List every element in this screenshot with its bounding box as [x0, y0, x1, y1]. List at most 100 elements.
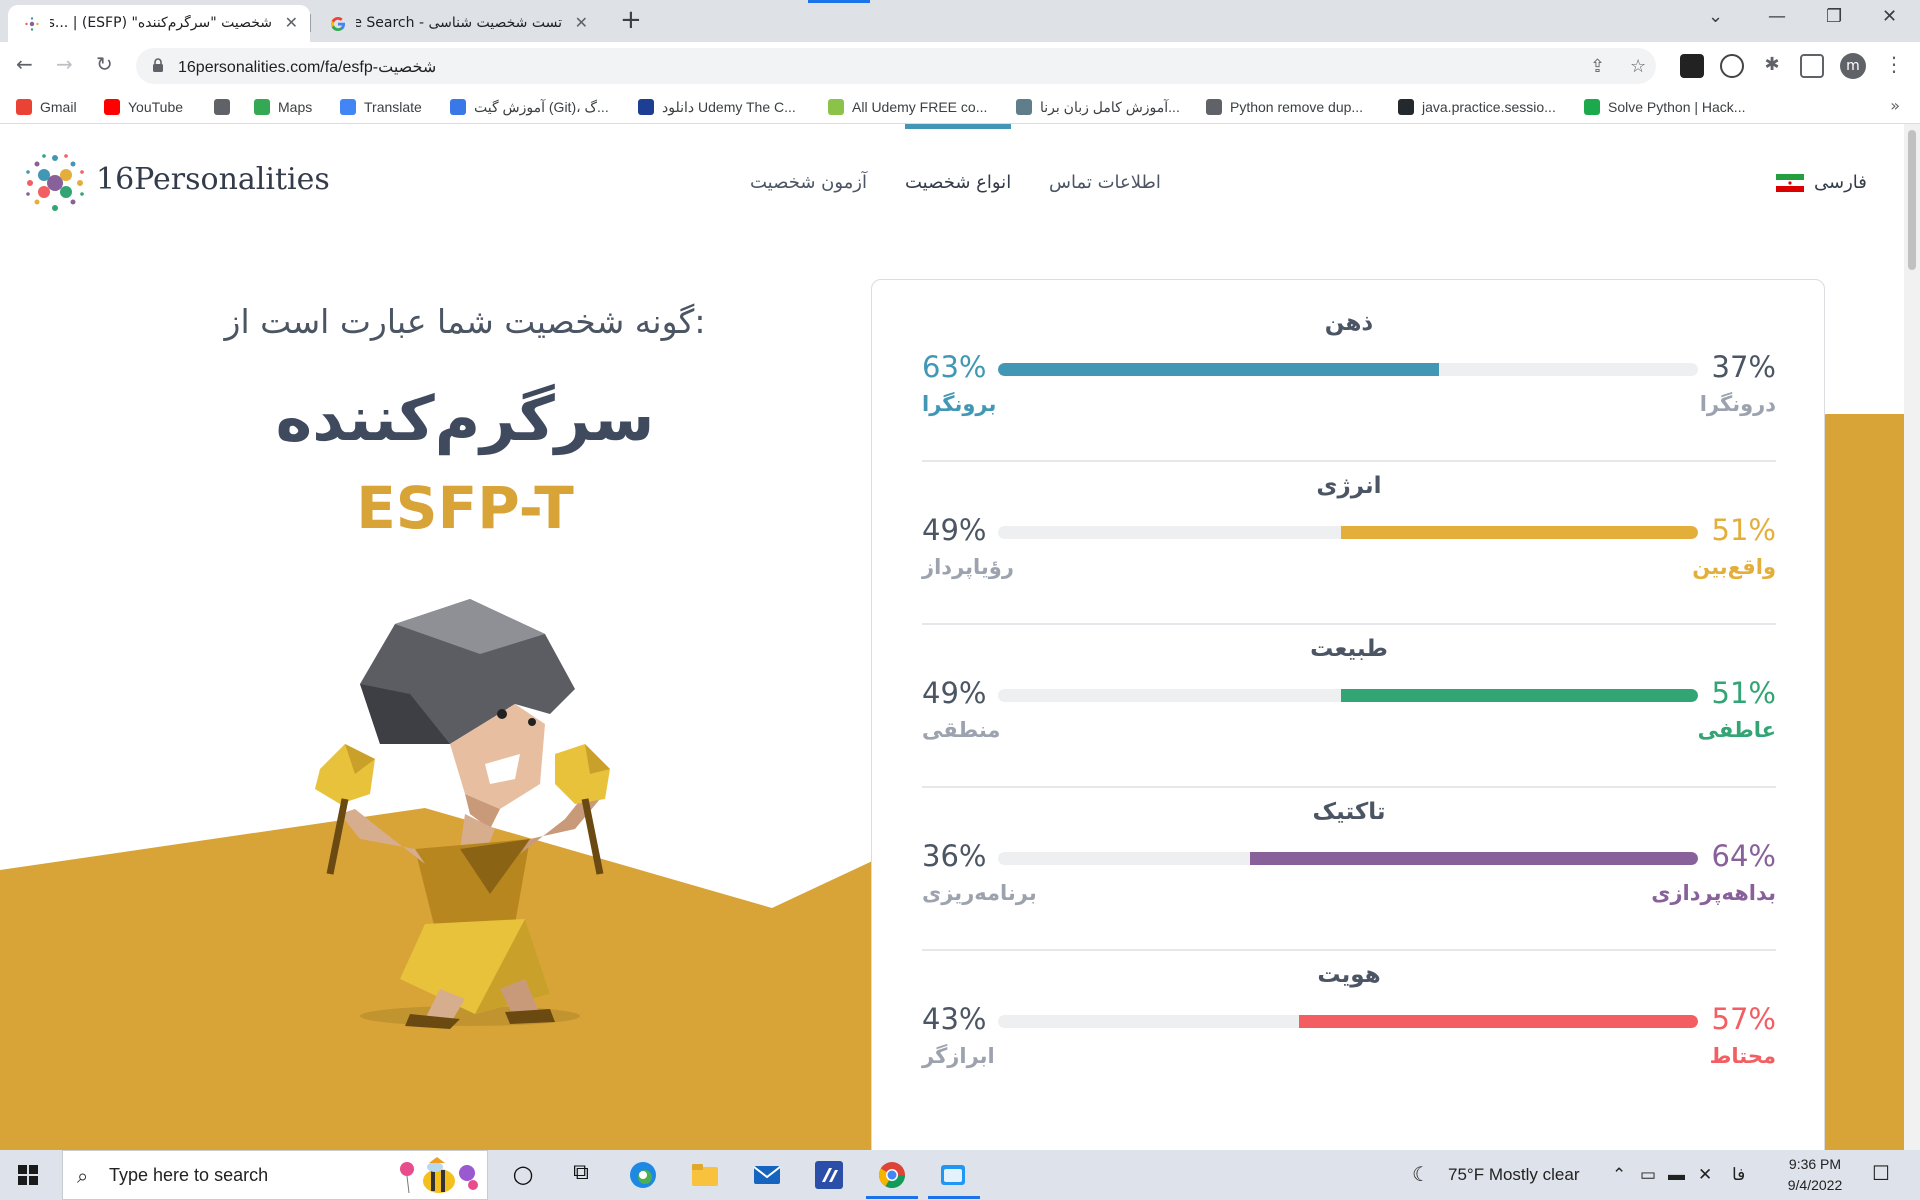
nav-personality-types[interactable]: انواع شخصیت	[905, 172, 1011, 193]
trait-left-label: ابرازگر	[922, 1044, 995, 1068]
more-bookmarks-icon[interactable]: »	[1890, 96, 1900, 115]
trait-bar-fill	[998, 363, 1439, 376]
bookmark-item[interactable]: java.practice.sessio...	[1398, 96, 1556, 118]
trait-left-label: رؤیاپرداز	[922, 555, 1014, 579]
windows-start-icon[interactable]	[18, 1165, 38, 1185]
restore-icon[interactable]: ❐	[1826, 6, 1842, 27]
new-tab-button[interactable]: +	[620, 7, 642, 33]
scrollbar-thumb[interactable]	[1908, 130, 1916, 270]
globe-icon	[1206, 99, 1222, 115]
bookmark-label: آموزش گیت (Git)، گ...	[474, 98, 609, 115]
show-hidden-icons-chevron-icon[interactable]: ⌃	[1612, 1165, 1626, 1185]
clock-date: 9/4/2022	[1787, 1177, 1843, 1193]
app-window-icon[interactable]	[938, 1160, 968, 1190]
site-header: 16Personalities آزمون شخصیت انواع شخصیت …	[0, 124, 1904, 234]
language-selector[interactable]: فارسی	[1776, 172, 1867, 193]
bookmark-item[interactable]: Translate	[340, 96, 422, 118]
bookmark-star-icon[interactable]: ☆	[1630, 56, 1646, 77]
minimize-icon[interactable]: —	[1768, 6, 1786, 27]
bookmark-item[interactable]: آموزش کامل زبان برنا...	[1016, 96, 1180, 118]
iran-flag-icon	[1776, 173, 1804, 192]
mail-icon[interactable]	[752, 1160, 782, 1190]
meet-now-icon[interactable]: ▭	[1640, 1165, 1656, 1185]
forward-arrow-icon[interactable]: →	[56, 52, 73, 76]
bookmark-item[interactable]: Gmail	[16, 96, 77, 118]
chrome-browser-icon[interactable]	[877, 1160, 907, 1190]
edge-browser-icon[interactable]	[628, 1160, 658, 1190]
menu-dots-icon[interactable]: ⋮	[1884, 52, 1904, 76]
bookmark-label: Python remove dup...	[1230, 99, 1364, 115]
trait-row: انرژی 49% 51% رؤیاپرداز واقع‌بین	[922, 463, 1776, 625]
browser-tab-strip: شخصیت "سرگرم‌کننده" (ESFP) | ...ies ✕ تس…	[0, 0, 1920, 42]
battery-icon[interactable]: ▬	[1668, 1165, 1685, 1185]
trait-bar-fill	[1299, 1015, 1698, 1028]
trait-results-card: ذهن 63% 37% برونگرا درونگرا انرژی 49% 51% رؤیاپر…	[871, 279, 1825, 1150]
page-scrollbar[interactable]	[1904, 124, 1920, 1150]
taskbar-clock[interactable]: 9:36 PM 9/4/2022	[1770, 1154, 1860, 1196]
bookmark-item[interactable]: All Udemy FREE co...	[828, 96, 987, 118]
bookmark-label: java.practice.sessio...	[1422, 99, 1556, 115]
hackerrank-icon	[1584, 99, 1600, 115]
personality-type-code: ESFP-T	[356, 474, 574, 542]
trait-title: طبیعت	[1310, 636, 1388, 662]
window-close-icon[interactable]: ✕	[1882, 6, 1897, 27]
visual-studio-icon[interactable]	[814, 1160, 844, 1190]
bookmark-item[interactable]	[214, 96, 238, 118]
16personalities-logo-icon[interactable]	[22, 150, 88, 216]
side-panel-icon[interactable]	[1800, 54, 1824, 78]
bookmark-label: دانلود Udemy The C...	[662, 98, 796, 115]
bookmark-item[interactable]: YouTube	[104, 96, 183, 118]
trait-right-label: درونگرا	[1699, 392, 1776, 416]
notifications-icon[interactable]: ☐	[1872, 1161, 1890, 1186]
nav-personality-test[interactable]: آزمون شخصیت	[750, 172, 867, 193]
udemy-free-icon	[828, 99, 844, 115]
tab-loading-indicator	[808, 0, 870, 3]
language-label: فارسی	[1814, 172, 1867, 193]
extension-icon[interactable]	[1720, 54, 1744, 78]
udemy-icon	[638, 99, 654, 115]
input-language-indicator[interactable]: فا	[1732, 1165, 1745, 1185]
bookmark-item[interactable]: Solve Python | Hack...	[1584, 96, 1745, 118]
back-arrow-icon[interactable]: ←	[16, 52, 33, 76]
nav-contact[interactable]: اطلاعات تماس	[1049, 172, 1161, 193]
share-icon[interactable]: ⇪	[1590, 56, 1605, 77]
lock-icon	[153, 58, 163, 72]
tab-separator	[310, 14, 311, 32]
bookmark-item[interactable]: Python remove dup...	[1206, 96, 1363, 118]
windows-taskbar: ⌕ Type here to search ○ ⧉ ☾ 75°F Mostly …	[0, 1150, 1920, 1200]
bookmark-item[interactable]: آموزش گیت (Git)، گ...	[450, 96, 609, 118]
extension-icon[interactable]	[1680, 54, 1704, 78]
tab-search-chevron-icon[interactable]: ⌄	[1708, 6, 1723, 27]
close-tab-icon[interactable]: ✕	[575, 13, 588, 32]
trait-title: ذهن	[1324, 310, 1374, 336]
taskbar-search-box[interactable]: ⌕ Type here to search	[62, 1150, 488, 1200]
reload-icon[interactable]: ↻	[96, 52, 113, 76]
search-icon: ⌕	[77, 1164, 89, 1188]
page-content: 16Personalities آزمون شخصیت انواع شخصیت …	[0, 124, 1904, 1150]
tab-google-search[interactable]: تست شخصیت شناسی - Google Search ✕	[314, 5, 600, 42]
trait-bar-track	[998, 1015, 1698, 1028]
weather-text[interactable]: 75°F Mostly clear	[1448, 1165, 1580, 1185]
volume-muted-icon[interactable]: ✕	[1698, 1165, 1712, 1185]
bookmark-item[interactable]: دانلود Udemy The C...	[638, 96, 796, 118]
profile-avatar[interactable]: m	[1840, 53, 1866, 79]
extensions-puzzle-icon[interactable]: ✱	[1760, 54, 1784, 78]
cortana-icon[interactable]: ○	[508, 1160, 538, 1190]
bookmark-label: Solve Python | Hack...	[1608, 99, 1746, 115]
logo-text[interactable]: 16Personalities	[96, 162, 330, 197]
nav-active-indicator	[905, 124, 1011, 129]
search-highlight-bee-icon	[400, 1157, 478, 1194]
chrome-active-indicator	[866, 1196, 918, 1199]
trait-left-percent: 43%	[922, 1002, 987, 1036]
close-tab-icon[interactable]: ✕	[285, 13, 298, 32]
trait-right-percent: 51%	[1711, 676, 1776, 710]
file-explorer-icon[interactable]	[690, 1160, 720, 1190]
bookmark-item[interactable]: Maps	[254, 96, 312, 118]
trait-left-percent: 49%	[922, 513, 987, 547]
trait-right-percent: 51%	[1711, 513, 1776, 547]
trait-left-label: برنامه‌ریزی	[922, 881, 1037, 905]
task-view-icon[interactable]: ⧉	[566, 1160, 596, 1190]
url-text: 16personalities.com/fa/esfp-شخصیت	[178, 59, 437, 76]
tab-16personalities[interactable]: شخصیت "سرگرم‌کننده" (ESFP) | ...ies ✕	[8, 5, 310, 42]
address-bar[interactable]: 16personalities.com/fa/esfp-شخصیت ⇪ ☆	[136, 48, 1656, 84]
